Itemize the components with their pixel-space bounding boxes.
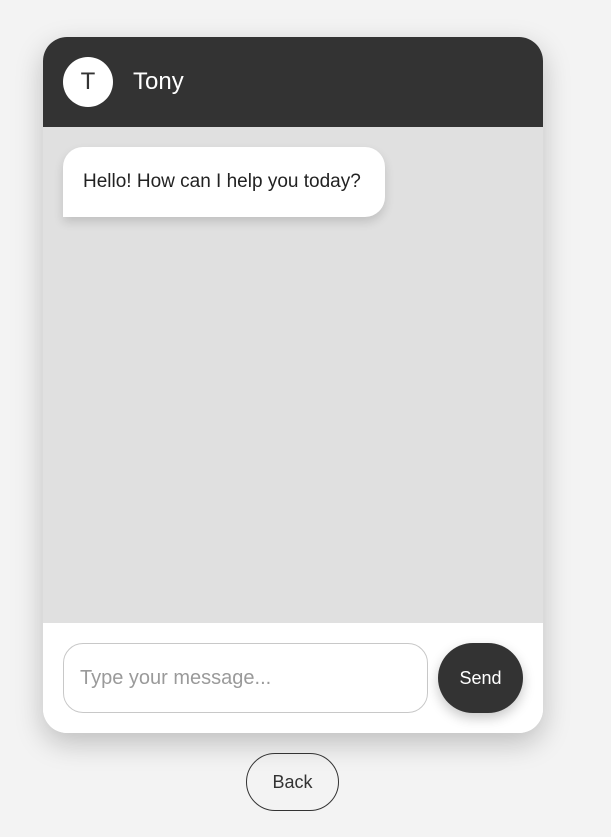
message-input[interactable] [63,643,428,713]
incoming-message: Hello! How can I help you today? [63,147,385,217]
send-button[interactable]: Send [438,643,523,713]
avatar: T [63,57,113,107]
back-button[interactable]: Back [246,753,339,811]
messages-area[interactable]: Hello! How can I help you today? [43,127,543,623]
message-composer: Send [43,623,543,733]
chat-header: T Tony [43,37,543,127]
chat-window: T Tony Hello! How can I help you today? … [43,37,543,733]
contact-name: Tony [133,68,184,95]
